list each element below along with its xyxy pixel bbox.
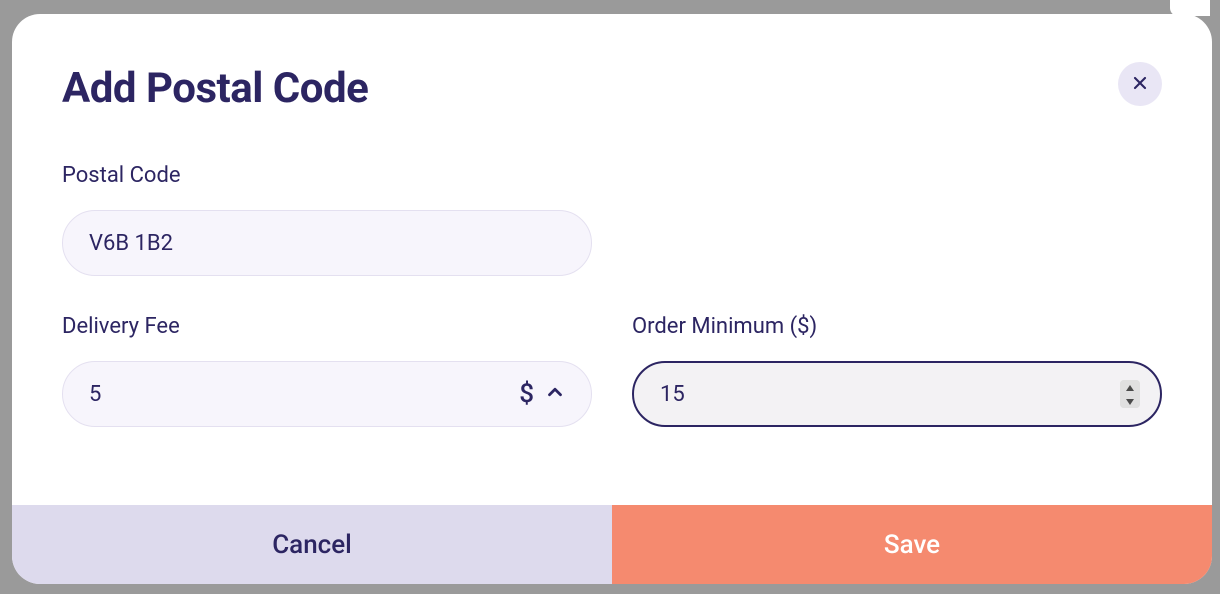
postal-code-label: Postal Code bbox=[62, 163, 592, 188]
modal-title: Add Postal Code bbox=[62, 64, 368, 113]
add-postal-code-modal: Add Postal Code Postal Code Delivery Fee… bbox=[12, 14, 1212, 584]
modal-body: Postal Code Delivery Fee $ bbox=[12, 113, 1212, 505]
delivery-fee-input[interactable] bbox=[62, 361, 592, 427]
order-minimum-input-wrapper[interactable] bbox=[632, 361, 1162, 427]
dollar-icon: $ bbox=[519, 379, 534, 409]
order-minimum-group: Order Minimum ($) bbox=[632, 314, 1162, 427]
spinner-down-button[interactable] bbox=[1120, 394, 1140, 408]
modal-header: Add Postal Code bbox=[12, 14, 1212, 113]
chevron-up-icon[interactable] bbox=[544, 381, 566, 407]
save-button[interactable]: Save bbox=[612, 505, 1212, 584]
spinner-up-button[interactable] bbox=[1120, 380, 1140, 394]
order-minimum-input[interactable] bbox=[660, 382, 1134, 407]
delivery-fee-suffix: $ bbox=[519, 379, 566, 409]
close-button[interactable] bbox=[1118, 62, 1162, 106]
close-icon bbox=[1130, 73, 1150, 96]
delivery-fee-group: Delivery Fee $ bbox=[62, 314, 592, 427]
delivery-fee-input-wrapper: $ bbox=[62, 361, 592, 427]
delivery-fee-label: Delivery Fee bbox=[62, 314, 592, 339]
modal-footer: Cancel Save bbox=[12, 505, 1212, 584]
form-row: Delivery Fee $ Order Minimum ($) bbox=[62, 314, 1162, 465]
postal-code-input[interactable] bbox=[62, 210, 592, 276]
postal-code-group: Postal Code bbox=[62, 163, 592, 276]
order-minimum-label: Order Minimum ($) bbox=[632, 314, 1162, 339]
caret-up-icon bbox=[1125, 380, 1135, 395]
cancel-button[interactable]: Cancel bbox=[12, 505, 612, 584]
number-spinner bbox=[1120, 380, 1140, 408]
caret-down-icon bbox=[1125, 394, 1135, 409]
